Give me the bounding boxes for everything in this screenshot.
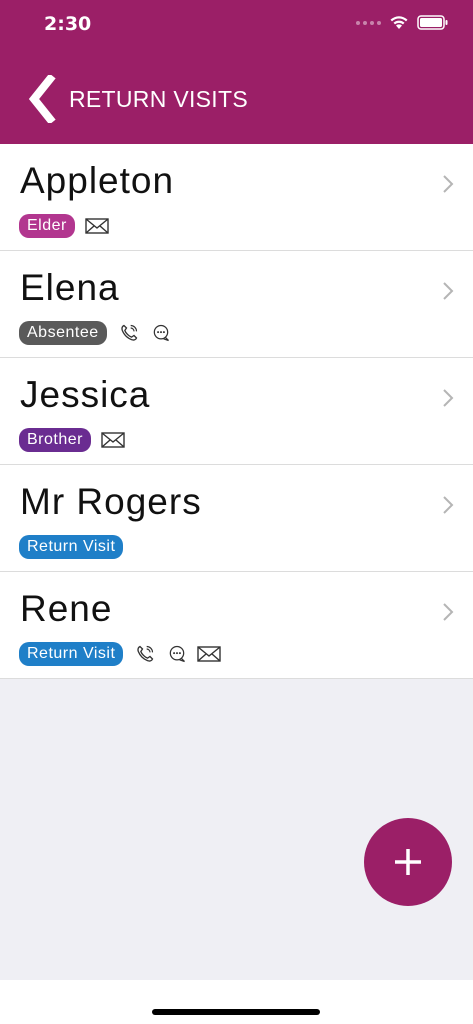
page-title: RETURN VISITS <box>69 86 248 112</box>
home-indicator[interactable] <box>152 1009 320 1015</box>
chevron-right-icon <box>443 603 454 621</box>
status-badge: Elder <box>19 214 75 238</box>
status-time: 2:30 <box>44 13 92 35</box>
phone-icon <box>137 645 154 662</box>
tags: Elder <box>19 214 109 238</box>
back-button[interactable] <box>22 74 62 124</box>
chevron-right-icon <box>443 389 454 407</box>
tags: Return Visit <box>19 642 222 666</box>
status-badge: Return Visit <box>19 535 124 559</box>
tags: Brother <box>19 428 125 452</box>
list-item[interactable]: Elena Absentee <box>0 251 473 358</box>
status-badge: Return Visit <box>19 642 124 666</box>
contact-name: Rene <box>20 588 113 629</box>
tags: Return Visit <box>19 535 124 559</box>
list-item[interactable]: Appleton Elder <box>0 144 473 251</box>
app-header: 2:30 RETURN VISITS <box>0 0 473 144</box>
phone-icon <box>120 324 137 341</box>
list-item[interactable]: Jessica Brother <box>0 358 473 465</box>
wifi-icon <box>390 16 408 29</box>
envelope-icon <box>101 432 125 448</box>
status-icons <box>356 15 449 30</box>
add-return-visit-button[interactable] <box>364 818 452 906</box>
envelope-icon <box>197 646 222 662</box>
chat-icon <box>153 324 169 342</box>
contact-name: Mr Rogers <box>20 481 202 522</box>
chat-icon <box>170 645 186 663</box>
contact-name: Jessica <box>20 374 151 415</box>
chevron-right-icon <box>443 496 454 514</box>
chevron-left-icon <box>28 75 56 123</box>
plus-icon <box>395 849 421 875</box>
bottom-bar <box>0 980 473 1024</box>
cellular-signal-icon <box>356 20 381 25</box>
status-badge: Brother <box>19 428 91 452</box>
envelope-icon <box>85 218 109 234</box>
battery-icon <box>417 15 448 30</box>
list-item[interactable]: Mr Rogers Return Visit <box>0 465 473 572</box>
contact-name: Elena <box>20 267 120 308</box>
chevron-right-icon <box>443 175 454 193</box>
contact-name: Appleton <box>20 160 175 201</box>
list-item[interactable]: Rene Return Visit <box>0 572 473 679</box>
status-badge: Absentee <box>19 321 107 345</box>
chevron-right-icon <box>443 282 454 300</box>
return-visits-list: Appleton Elder Elena Absentee Jessica Br… <box>0 144 473 679</box>
tags: Absentee <box>19 321 173 345</box>
